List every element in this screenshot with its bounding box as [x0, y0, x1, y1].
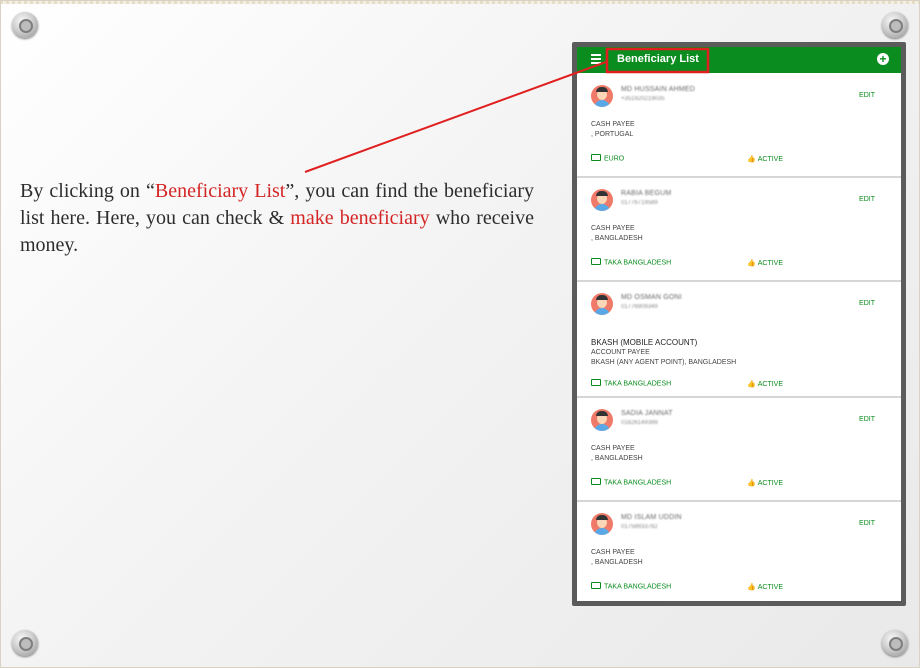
- annotation-pointer-line: [304, 61, 607, 173]
- annotation-overlay: [304, 47, 710, 173]
- annotation-highlight-box: [605, 47, 710, 74]
